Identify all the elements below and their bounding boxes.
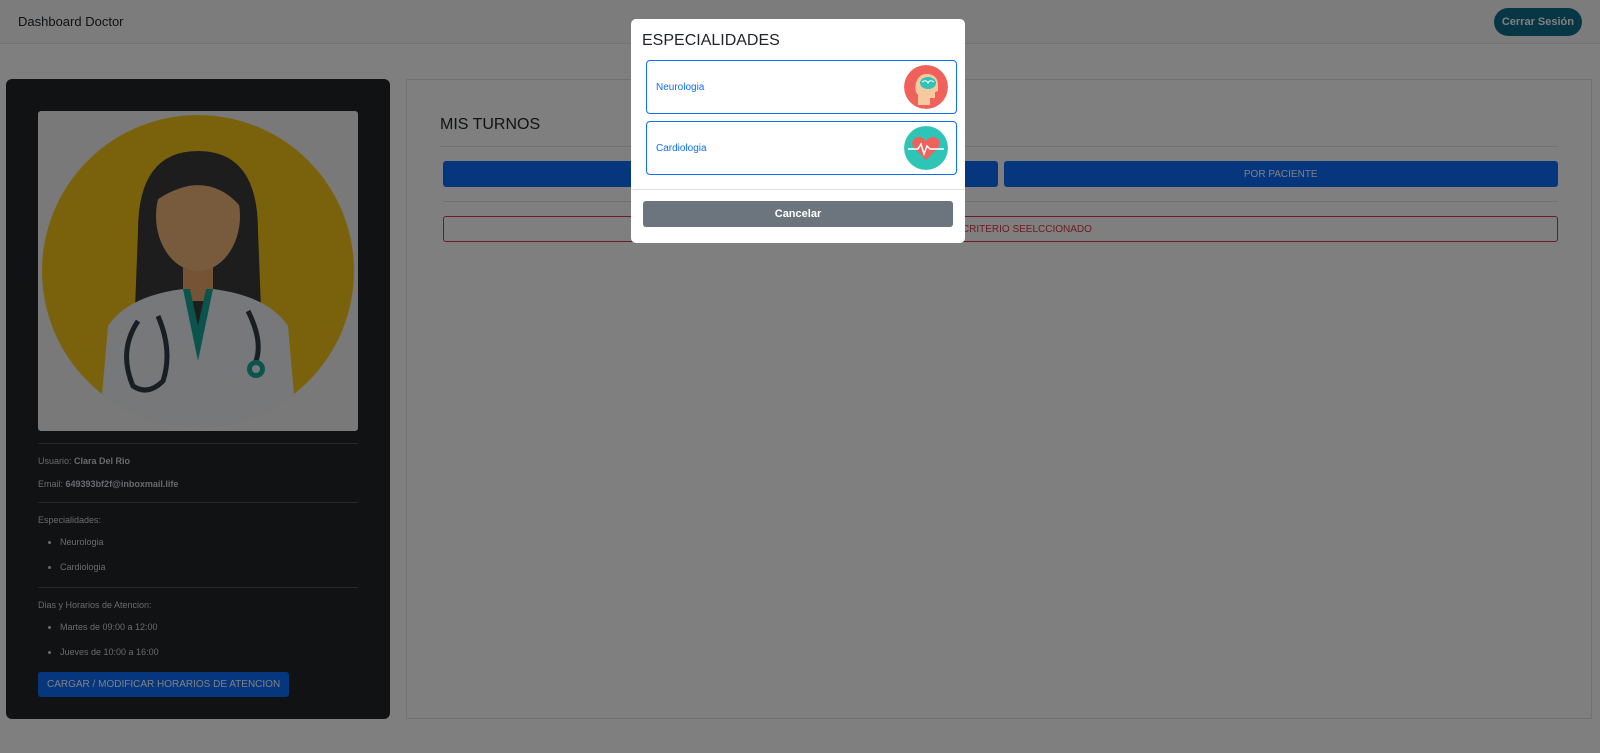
specialties-modal: ESPECIALIDADES Neurologia Cardiologia Ca… (631, 19, 965, 243)
cancel-button[interactable]: Cancelar (643, 201, 953, 227)
brain-head-icon (904, 65, 948, 109)
modal-footer: Cancelar (631, 189, 965, 238)
modal-title: ESPECIALIDADES (642, 32, 780, 49)
specialty-option-neurologia[interactable]: Neurologia (646, 60, 957, 114)
specialty-label: Cardiologia (656, 142, 707, 154)
specialty-label: Neurologia (656, 81, 705, 93)
specialty-option-cardiologia[interactable]: Cardiologia (646, 121, 957, 175)
heart-pulse-icon (904, 126, 948, 170)
